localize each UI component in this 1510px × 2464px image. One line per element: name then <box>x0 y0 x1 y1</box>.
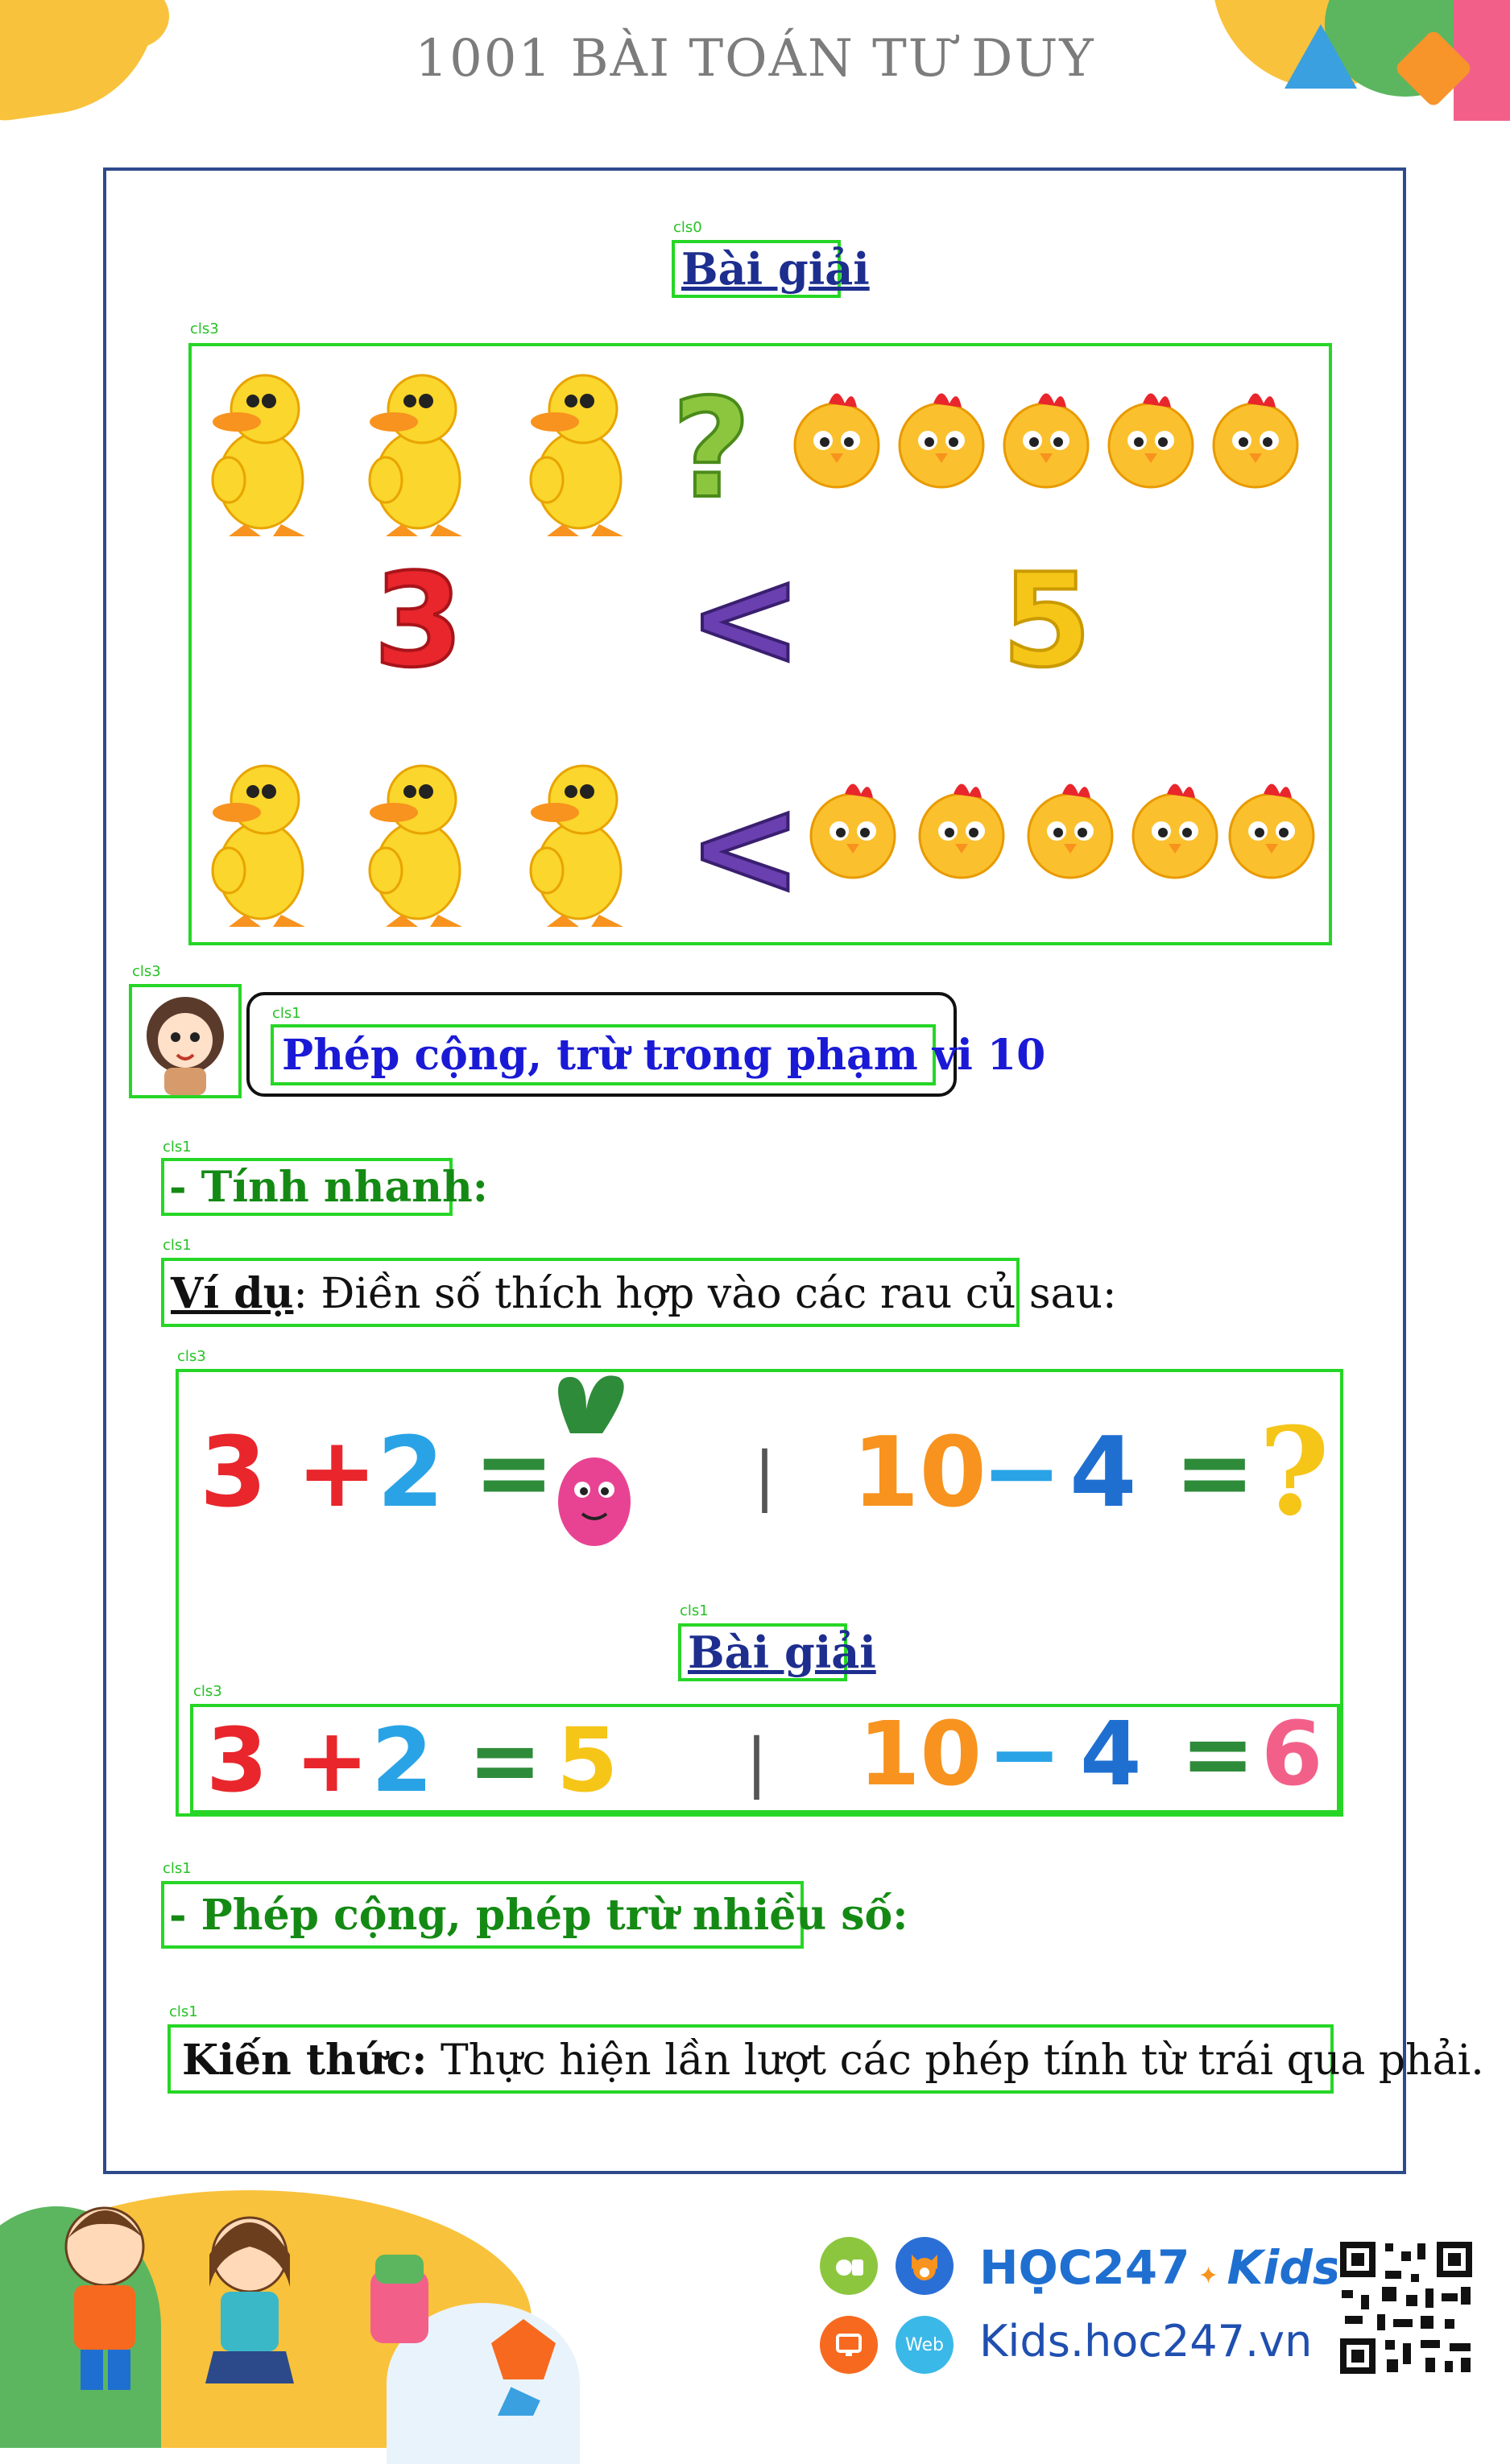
girl-avatar-icon <box>147 997 224 1095</box>
eq2-op: − <box>981 1417 1062 1529</box>
eq1-a: 3 <box>200 1417 267 1529</box>
detection-tag: cls3 <box>132 963 161 980</box>
eq1-op: + <box>296 1417 378 1529</box>
sol1-eq: = <box>468 1709 542 1812</box>
example-box: Ví dụ: Điền số thích hợp vào các rau củ … <box>161 1258 1117 1327</box>
web-icon-label: Web <box>905 2334 944 2355</box>
section-title-box: Bài giải <box>672 240 870 298</box>
example-text: : Điền số thích hợp vào các rau củ sau: <box>293 1270 1117 1318</box>
eq2-a: 10 <box>852 1417 987 1529</box>
website-link[interactable]: Kids.hoc247.vn <box>979 2316 1312 2367</box>
brand-logo[interactable]: HỌC247 ✦ Kids <box>979 2240 1340 2295</box>
duck-icon <box>529 374 625 538</box>
duck-icon <box>368 764 464 928</box>
fox-mascot-icon[interactable] <box>896 2237 954 2295</box>
example-sentence: Ví dụ: Điền số thích hợp vào các rau củ … <box>171 1269 1117 1318</box>
chick-icon <box>1003 392 1090 489</box>
sol2-eq: = <box>1181 1704 1255 1805</box>
chick-icon <box>1131 783 1218 879</box>
quick-heading-box: - Tính nhanh: <box>161 1158 488 1216</box>
detection-tag: cls1 <box>272 1005 301 1022</box>
chick-icon <box>1228 783 1315 879</box>
chick-icon <box>1027 783 1114 879</box>
chick-icon <box>898 392 985 489</box>
knowledge-label: Kiến thức: <box>182 2036 428 2085</box>
sol2-op: − <box>987 1704 1061 1805</box>
knowledge-sentence: Kiến thức: Thực hiện lần lượt các phép t… <box>182 2036 1484 2085</box>
comparison-art: ? 3 < 5 < <box>211 368 1315 929</box>
duck-icon <box>211 764 307 928</box>
knowledge-box: Kiến thức: Thực hiện lần lượt các phép t… <box>168 2024 1484 2094</box>
divider: | <box>754 1438 776 1514</box>
detection-tag: cls1 <box>163 1237 192 1254</box>
chick-icon <box>1107 392 1194 489</box>
topic-title: Phép cộng, trừ trong phạm vi 10 <box>282 1031 1046 1080</box>
chick-icon <box>1212 392 1299 489</box>
radish-icon <box>558 1375 631 1546</box>
web-icon[interactable]: Web <box>896 2316 954 2374</box>
quick-heading: - Tính nhanh: <box>169 1163 488 1212</box>
detection-tag: cls1 <box>680 1602 709 1619</box>
detection-tag: cls0 <box>673 219 702 236</box>
android-apple-icon[interactable] <box>820 2237 878 2295</box>
duck-icon <box>368 374 464 538</box>
section-title: Bài giải <box>681 243 870 295</box>
chick-icon <box>809 783 896 879</box>
chick-icon <box>793 392 880 489</box>
eq2-eq: = <box>1174 1417 1256 1529</box>
eq2-b: 4 <box>1069 1417 1137 1529</box>
brand-main: HỌC247 <box>979 2240 1190 2295</box>
less-than-sign: < <box>688 539 802 698</box>
sol2-b: 4 <box>1080 1704 1142 1805</box>
detection-tag: cls3 <box>193 1683 222 1700</box>
sol2-result: 6 <box>1261 1704 1323 1805</box>
multi-heading: - Phép cộng, phép trừ nhiều số: <box>169 1891 908 1940</box>
sol1-op: + <box>295 1709 369 1812</box>
eq1-b: 2 <box>377 1417 445 1529</box>
solution-title-box: Bài giải <box>678 1623 876 1681</box>
sol1-result: 5 <box>556 1709 618 1812</box>
number-left: 3 <box>374 545 463 696</box>
number-right: 5 <box>1002 545 1091 696</box>
sol1-a: 3 <box>206 1709 268 1812</box>
less-than-sign: < <box>688 768 802 928</box>
monitor-icon[interactable] <box>820 2316 878 2374</box>
detection-tag: cls3 <box>177 1348 206 1365</box>
detection-tag: cls3 <box>190 320 219 337</box>
qr-code-icon <box>1337 2239 1475 2377</box>
solution-title: Bài giải <box>688 1627 876 1678</box>
girl-avatar-box <box>129 984 242 1098</box>
chick-icon <box>918 783 1005 879</box>
brand-kids: Kids <box>1227 2240 1341 2295</box>
detection-tag: cls1 <box>163 1860 192 1877</box>
duck-icon <box>211 374 307 538</box>
detection-tag: cls1 <box>163 1139 192 1156</box>
page-header-title: 1001 BÀI TOÁN TƯ DUY <box>415 29 1095 89</box>
kids-illustration <box>64 2206 556 2416</box>
eq2-question-icon: ? <box>1259 1401 1330 1543</box>
multi-heading-box: - Phép cộng, phép trừ nhiều số: <box>161 1881 908 1949</box>
eq1-eq: = <box>474 1417 555 1529</box>
solution-art: 3 + 2 = 5 | 10 − 4 = 6 <box>206 1704 1323 1812</box>
sol1-b: 2 <box>371 1709 433 1812</box>
divider: | <box>746 1725 767 1800</box>
topic-title-box: Phép cộng, trừ trong phạm vi 10 <box>271 1024 1045 1085</box>
sol2-a: 10 <box>858 1704 982 1805</box>
knowledge-text: Thực hiện lần lượt các phép tính từ trái… <box>427 2036 1484 2085</box>
duck-icon <box>529 764 625 928</box>
detection-tag: cls1 <box>169 2003 198 2020</box>
example-label: Ví dụ <box>171 1269 294 1318</box>
question-mark-icon: ? <box>672 370 751 529</box>
